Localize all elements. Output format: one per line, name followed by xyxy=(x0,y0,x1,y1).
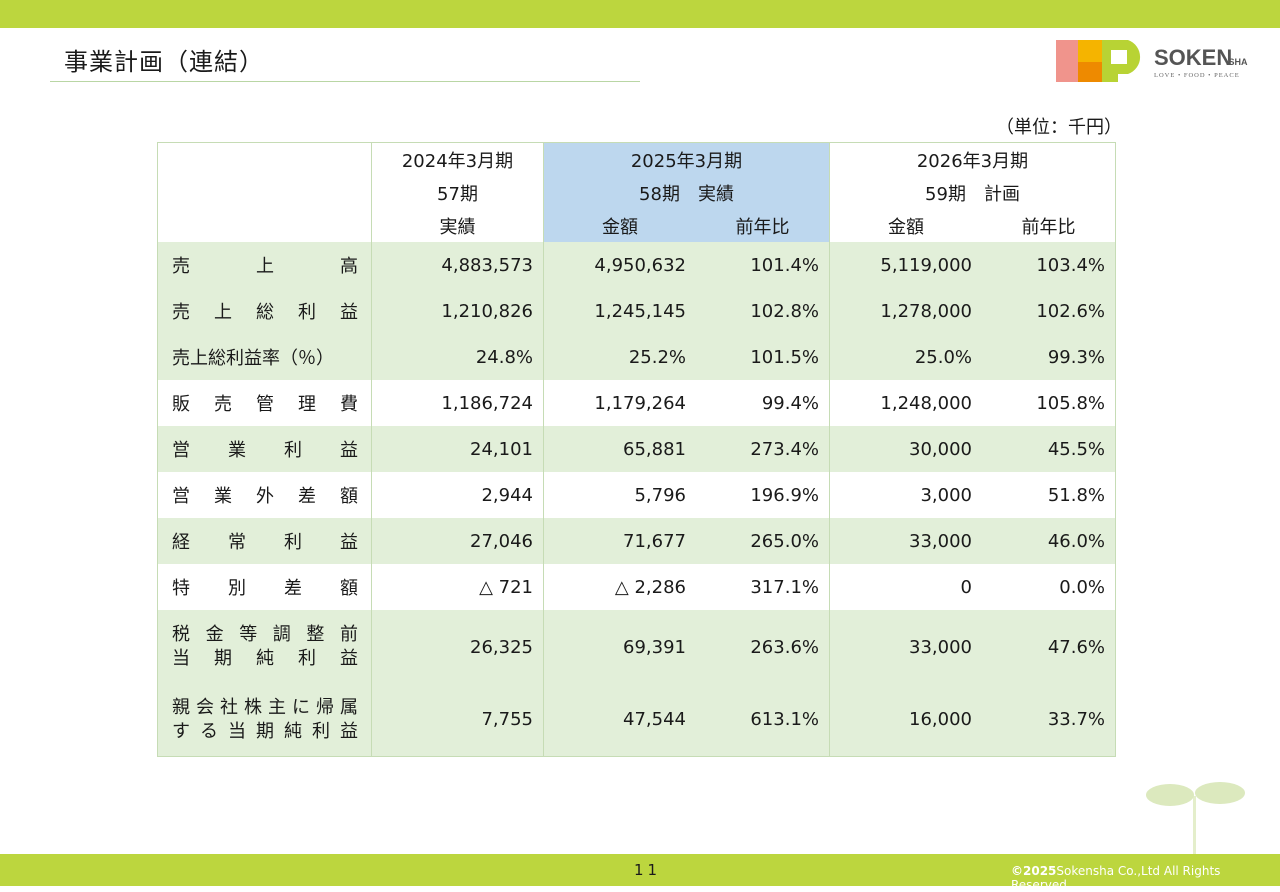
fy2026-yoy-cell: 45.5% xyxy=(982,426,1116,472)
row-label: 販売管理費 xyxy=(157,380,372,426)
fy2025-amount-cell: 71,677 xyxy=(543,518,696,564)
fy2026-yoy-header: 前年比 xyxy=(982,209,1116,242)
fy2026-yoy-cell: 33.7% xyxy=(982,684,1116,757)
fy2026-yoy-cell: 0.0% xyxy=(982,564,1116,610)
fy2026-amount-cell: 25.0% xyxy=(829,334,982,380)
fy2025-yoy-cell: 317.1% xyxy=(750,576,819,598)
fy2024-actual-cell: 1,186,724 xyxy=(371,380,544,426)
row-label: 税金等調整前当期純利益 xyxy=(157,610,372,684)
header-row-year: 2024年3月期 2025年3月期 2026年3月期 xyxy=(157,142,1116,176)
fy2024-actual-cell: 26,325 xyxy=(371,610,544,684)
fy2025-amount-cell: 25.2% xyxy=(543,334,696,380)
header-row-period: 57期 58期 実績 59期 計画 xyxy=(157,176,1116,209)
logo-suffix: .SHA xyxy=(1226,57,1248,67)
fy2024-type: 実績 xyxy=(371,209,544,242)
copyright-year: ©2025 xyxy=(1011,864,1057,878)
fy2024-actual-cell: 27,046 xyxy=(371,518,544,564)
table-row: 売上高 4,883,573 4,950,632 101.4% 5,119,000 103.… xyxy=(157,242,1116,288)
fy2024-actual-cell: △ 721 xyxy=(371,564,544,610)
fy2026-amount-cell: 5,119,000 xyxy=(829,242,982,288)
fy2026-amount-cell: 1,248,000 xyxy=(829,380,982,426)
table-row: 営業利益 24,101 65,881 273.4% 30,000 45.5% xyxy=(157,426,1116,472)
fy2026-yoy-cell: 47.6% xyxy=(982,610,1116,684)
page-number: 11 xyxy=(634,861,662,879)
fy2025-amount-cell: 5,796 xyxy=(543,472,696,518)
fy2024-year: 2024年3月期 xyxy=(371,142,544,176)
fy2025-yoy-cell: 613.1% xyxy=(696,684,830,757)
fy2025-period: 58期 実績 xyxy=(543,176,830,209)
fy2026-period: 59期 計画 xyxy=(829,176,1116,209)
row-label: 売上高 xyxy=(157,242,372,288)
fy2026-yoy-cell: 105.8% xyxy=(982,380,1116,426)
fy2025-yoy-cell: 263.6% xyxy=(696,610,830,684)
fy2026-amount-cell: 33,000 xyxy=(829,610,982,684)
fy2024-actual-cell: 4,883,573 xyxy=(371,242,544,288)
fy2025-yoy-cell: 102.8% xyxy=(696,288,830,334)
row-label: 経常利益 xyxy=(157,518,372,564)
fy2024-actual-cell: 7,755 xyxy=(371,684,544,757)
fy2025-amount-cell: 69,391 xyxy=(543,610,696,684)
fy2025-amount-cell: 1,179,264 xyxy=(543,380,696,426)
copyright: ©2025Sokensha Co.,Ltd All Rights Reserve… xyxy=(1011,864,1280,892)
fy2025-yoy-header: 前年比 xyxy=(696,209,830,242)
fy2025-yoy-cell: 99.4% xyxy=(761,392,819,414)
fy2025-amount-cell: 47,544 xyxy=(543,684,696,757)
table-row: 売上総利益率（％） 24.8% 25.2% 101.5% 25.0% 99.3% xyxy=(157,334,1116,380)
table-row: 特別差額 △ 721 △ 2,286 317.1% 0 0.0% xyxy=(157,564,1116,610)
row-label: 親会社株主に帰属する当期純利益 xyxy=(157,684,372,757)
title-underline xyxy=(50,81,640,82)
fy2024-actual-cell: 24.8% xyxy=(371,334,544,380)
table-row: 売上総利益 1,210,826 1,245,145 102.8% 1,278,000 10… xyxy=(157,288,1116,334)
page-title: 事業計画（連結） xyxy=(64,48,264,76)
fy2025-year: 2025年3月期 xyxy=(543,142,830,176)
fy2026-amount-cell: 0 xyxy=(829,564,982,610)
fy2026-amount-cell: 30,000 xyxy=(829,426,982,472)
logo-tagline: LOVE • FOOD • PEACE xyxy=(1154,72,1240,79)
table-row: 親会社株主に帰属する当期純利益 7,755 47,544 613.1% 16,000 33… xyxy=(157,684,1116,757)
fy2026-yoy-cell: 51.8% xyxy=(982,472,1116,518)
fy2025-yoy-cell: 265.0% xyxy=(696,518,830,564)
top-accent-bar xyxy=(0,0,1280,28)
fy2025-yoy-cell: 101.4% xyxy=(696,242,830,288)
logo-name: SOKEN xyxy=(1154,45,1232,70)
fy2026-amount-header: 金額 xyxy=(829,209,982,242)
fy2025-yoy-cell: 273.4% xyxy=(696,426,830,472)
fy2026-amount-cell: 16,000 xyxy=(829,684,982,757)
fy2026-yoy-cell: 103.4% xyxy=(982,242,1116,288)
fy2024-actual-cell: 1,210,826 xyxy=(371,288,544,334)
fy2025-amount-cell: 4,950,632 xyxy=(543,242,696,288)
fy2026-amount-cell: 3,000 xyxy=(829,472,982,518)
fy2025-amount-cell: 65,881 xyxy=(543,426,696,472)
sprout-icon xyxy=(1146,782,1245,854)
fy2026-yoy-cell: 102.6% xyxy=(982,288,1116,334)
table-row: 営業外差額 2,944 5,796 196.9% 3,000 51.8% xyxy=(157,472,1116,518)
business-plan-table: 2024年3月期 2025年3月期 2026年3月期 57期 58期 実績 59… xyxy=(157,142,1116,757)
fy2024-actual-cell: 24,101 xyxy=(371,426,544,472)
fy2026-year: 2026年3月期 xyxy=(829,142,1116,176)
row-label: 売上総利益 xyxy=(157,288,372,334)
table-row: 販売管理費 1,186,724 1,179,264 99.4% 1,248,000 105… xyxy=(157,380,1116,426)
row-label: 売上総利益率（％） xyxy=(157,334,372,380)
fy2026-amount-cell: 33,000 xyxy=(829,518,982,564)
soken-logo: SOKEN .SHA LOVE • FOOD • PEACE xyxy=(1056,40,1248,82)
fy2024-actual-cell: 2,944 xyxy=(371,472,544,518)
fy2024-period: 57期 xyxy=(371,176,544,209)
header-row-sub: 実績 金額 前年比 金額 前年比 xyxy=(157,209,1116,242)
fy2026-yoy-cell: 99.3% xyxy=(982,334,1116,380)
fy2025-amount-cell: 1,245,145 xyxy=(543,288,696,334)
row-label: 営業利益 xyxy=(157,426,372,472)
table-row: 税金等調整前当期純利益 26,325 69,391 263.6% 33,000 47.6% xyxy=(157,610,1116,684)
row-label: 特別差額 xyxy=(157,564,372,610)
fy2025-yoy-cell: 101.5% xyxy=(696,334,830,380)
fy2026-yoy-cell: 46.0% xyxy=(982,518,1116,564)
fy2025-amount-cell: △ 2,286 xyxy=(543,564,696,610)
fy2025-yoy-cell: 196.9% xyxy=(750,484,819,506)
unit-note: （単位：千円） xyxy=(996,117,1122,138)
row-label: 営業外差額 xyxy=(157,472,372,518)
table-row: 経常利益 27,046 71,677 265.0% 33,000 46.0% xyxy=(157,518,1116,564)
fy2026-amount-cell: 1,278,000 xyxy=(829,288,982,334)
fy2025-amount-header: 金額 xyxy=(543,209,696,242)
